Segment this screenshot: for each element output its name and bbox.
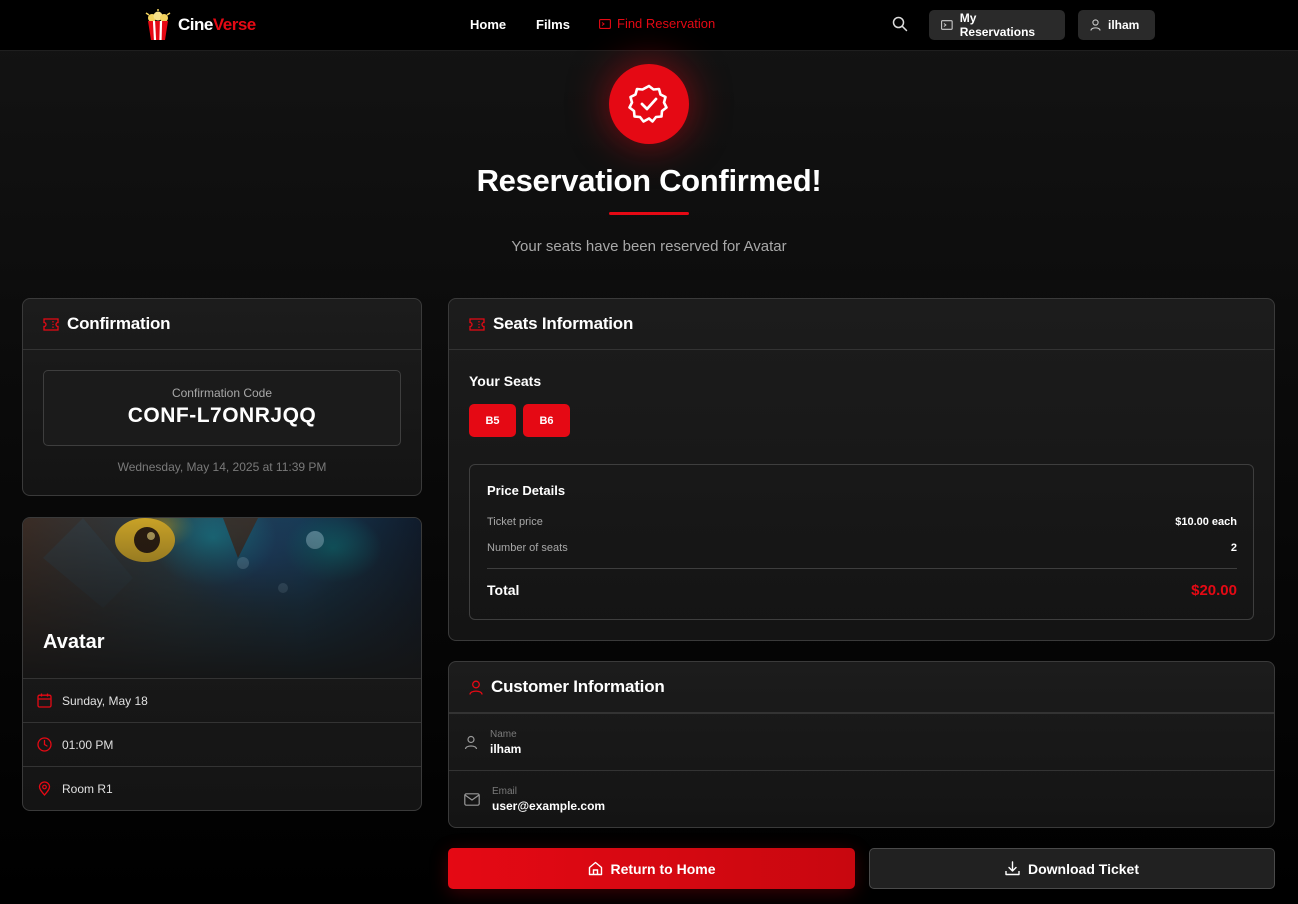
seats-card: Seats Information Your Seats B5 B6 Price… bbox=[448, 298, 1275, 641]
page-title: Reservation Confirmed! bbox=[476, 163, 822, 198]
seat-badge: B5 bbox=[469, 404, 516, 437]
poster-overlay bbox=[23, 518, 421, 678]
your-seats-label: Your Seats bbox=[469, 373, 542, 389]
user-icon bbox=[1090, 19, 1101, 31]
name-label: Name bbox=[490, 728, 517, 740]
movie-room-row: Room R1 bbox=[23, 766, 421, 810]
clock-icon bbox=[37, 737, 52, 752]
nav-find-reservation[interactable]: Find Reservation bbox=[599, 16, 715, 31]
movie-time-row: 01:00 PM bbox=[23, 722, 421, 766]
ticket-icon bbox=[941, 20, 953, 30]
total-value: $20.00 bbox=[1191, 582, 1237, 599]
title-underline bbox=[609, 212, 689, 215]
email-label: Email bbox=[492, 785, 518, 797]
my-reservations-label: My Reservations bbox=[959, 11, 1036, 39]
movie-card: Avatar Sunday, May 18 01:00 PM Room R1 bbox=[22, 517, 422, 811]
ticket-icon bbox=[469, 317, 485, 331]
card-title: Confirmation bbox=[67, 314, 171, 333]
total-row: Total $20.00 bbox=[487, 582, 1237, 599]
navbar: CineVerse Home Films Find Reservation My… bbox=[0, 0, 1298, 51]
confirmation-code-box: Confirmation Code CONF-L7ONRJQQ bbox=[43, 370, 401, 446]
nav-find-reservation-label: Find Reservation bbox=[617, 16, 716, 31]
movie-time: 01:00 PM bbox=[62, 737, 114, 752]
name-value: ilham bbox=[490, 741, 522, 756]
badge-check-icon bbox=[609, 64, 689, 144]
return-home-label: Return to Home bbox=[610, 860, 716, 877]
movie-title: Avatar bbox=[43, 631, 105, 653]
page-subtitle: Your seats have been reserved for Avatar bbox=[511, 238, 787, 255]
home-icon bbox=[588, 861, 602, 876]
logo[interactable]: CineVerse bbox=[144, 9, 256, 41]
confirmation-code: CONF-L7ONRJQQ bbox=[127, 404, 317, 427]
ticket-price-label: Ticket price bbox=[487, 516, 543, 528]
price-divider bbox=[487, 568, 1237, 569]
num-seats-value: 2 bbox=[1230, 542, 1237, 554]
total-label: Total bbox=[487, 582, 520, 598]
download-ticket-button[interactable]: Download Ticket bbox=[869, 848, 1275, 889]
user-menu-button[interactable]: ilham bbox=[1078, 10, 1155, 40]
customer-email-row: Email user@example.com bbox=[449, 770, 1274, 827]
card-header: Customer Information bbox=[449, 662, 1274, 713]
nav-home[interactable]: Home bbox=[470, 17, 506, 32]
ticket-price-value: $10.00 each bbox=[1175, 516, 1237, 528]
card-title: Seats Information bbox=[493, 314, 634, 333]
ticket-icon bbox=[599, 18, 611, 29]
my-reservations-button[interactable]: My Reservations bbox=[929, 10, 1065, 40]
search-icon[interactable] bbox=[892, 16, 910, 34]
download-ticket-label: Download Ticket bbox=[1028, 860, 1139, 877]
popcorn-logo-icon bbox=[144, 9, 172, 41]
user-name: ilham bbox=[1108, 18, 1140, 32]
price-details-box: Price Details Ticket price $10.00 each N… bbox=[469, 464, 1254, 620]
confirmation-date: Wednesday, May 14, 2025 at 11:39 PM bbox=[117, 460, 327, 474]
email-value: user@example.com bbox=[492, 798, 606, 813]
ticket-icon bbox=[43, 317, 59, 331]
mail-icon bbox=[464, 792, 480, 806]
card-header: Seats Information bbox=[449, 299, 1274, 350]
download-icon bbox=[1005, 861, 1020, 876]
customer-card: Customer Information Name ilham Email us… bbox=[448, 661, 1275, 828]
num-seats-label: Number of seats bbox=[487, 542, 568, 554]
customer-name-row: Name ilham bbox=[449, 713, 1274, 770]
seat-badge: B6 bbox=[523, 404, 570, 437]
nav-films[interactable]: Films bbox=[536, 17, 570, 32]
logo-text: CineVerse bbox=[178, 15, 256, 34]
confirmation-card: Confirmation Confirmation Code CONF-L7ON… bbox=[22, 298, 422, 496]
movie-room: Room R1 bbox=[62, 781, 113, 796]
card-title: Customer Information bbox=[491, 677, 665, 696]
calendar-icon bbox=[37, 693, 52, 708]
map-pin-icon bbox=[38, 781, 51, 796]
return-home-button[interactable]: Return to Home bbox=[448, 848, 855, 889]
confirmation-code-label: Confirmation Code bbox=[171, 386, 273, 400]
card-header: Confirmation bbox=[23, 299, 421, 350]
user-icon bbox=[464, 735, 478, 749]
ticket-price-row: Ticket price $10.00 each bbox=[487, 516, 1237, 528]
user-icon bbox=[469, 680, 483, 695]
movie-date: Sunday, May 18 bbox=[62, 693, 148, 708]
movie-date-row: Sunday, May 18 bbox=[23, 678, 421, 722]
num-seats-row: Number of seats 2 bbox=[487, 542, 1237, 554]
price-details-title: Price Details bbox=[487, 483, 566, 498]
